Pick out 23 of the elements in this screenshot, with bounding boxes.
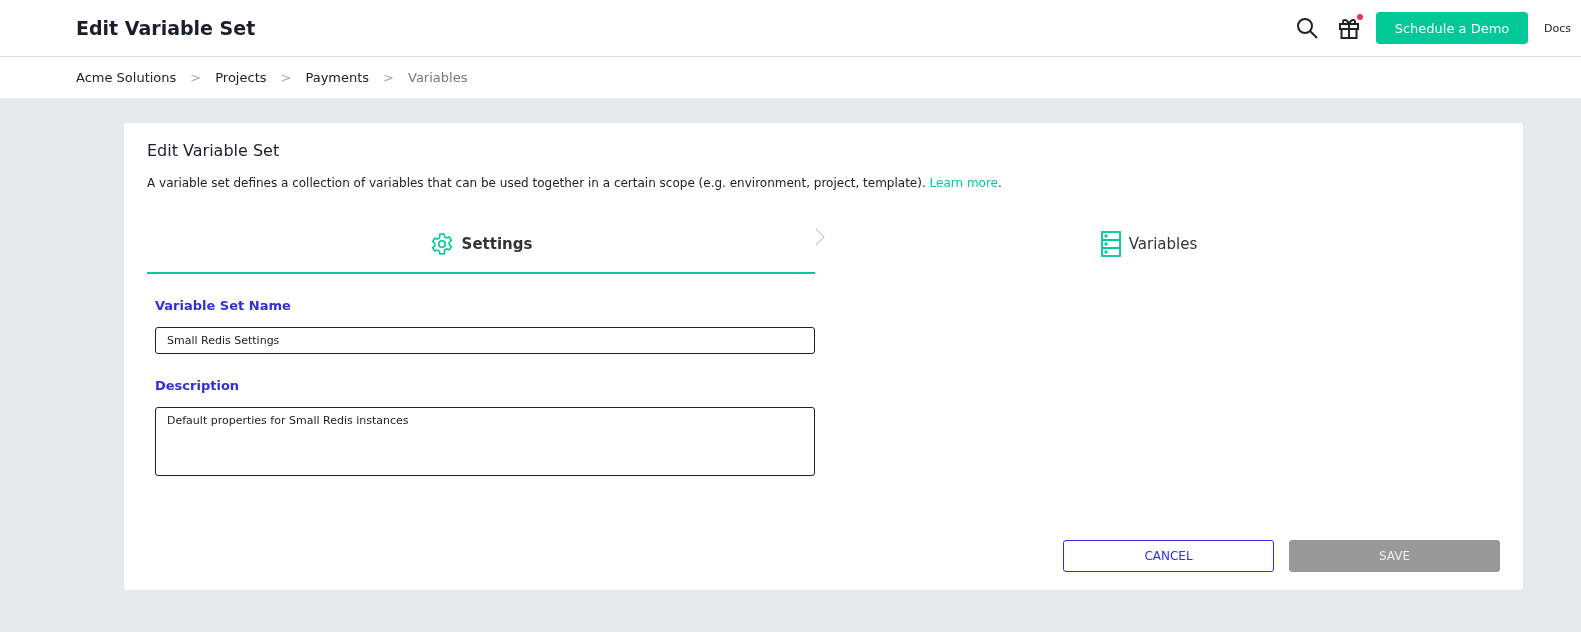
- breadcrumb-separator: >: [383, 70, 394, 85]
- breadcrumb-link[interactable]: Variables: [408, 70, 468, 85]
- breadcrumb-link[interactable]: Payments: [305, 70, 370, 85]
- description-field[interactable]: Default properties for Small Redis instances: [155, 407, 815, 476]
- field-label: Description: [155, 378, 241, 393]
- gear-icon: [429, 232, 454, 256]
- gift-icon[interactable]: [1338, 17, 1360, 39]
- breadcrumb-link[interactable]: Projects: [215, 70, 267, 85]
- name-field[interactable]: Small Redis Settings: [155, 327, 815, 354]
- breadcrumb-link[interactable]: Acme Solutions: [76, 70, 177, 85]
- page-title: Edit Variable Set: [76, 17, 257, 39]
- breadcrumb-separator: >: [280, 70, 292, 85]
- docs-link[interactable]: Docs: [1544, 21, 1571, 35]
- card-title: Edit Variable Set: [147, 141, 281, 160]
- step-tab[interactable]: Variables: [815, 228, 1483, 274]
- step-tab[interactable]: Settings: [147, 228, 815, 274]
- chevron-icon: [815, 228, 825, 246]
- field-label: Variable Set Name: [155, 298, 292, 313]
- cancel-button[interactable]: CANCEL: [1063, 540, 1274, 572]
- search-icon[interactable]: [1296, 17, 1318, 39]
- description-text: A variable set defines a collection of variables that can be used together in a certain scope (e.g. environment, project, template). Learn more.: [147, 176, 1003, 190]
- server-icon: [1100, 231, 1121, 257]
- breadcrumb-separator: >: [190, 70, 202, 85]
